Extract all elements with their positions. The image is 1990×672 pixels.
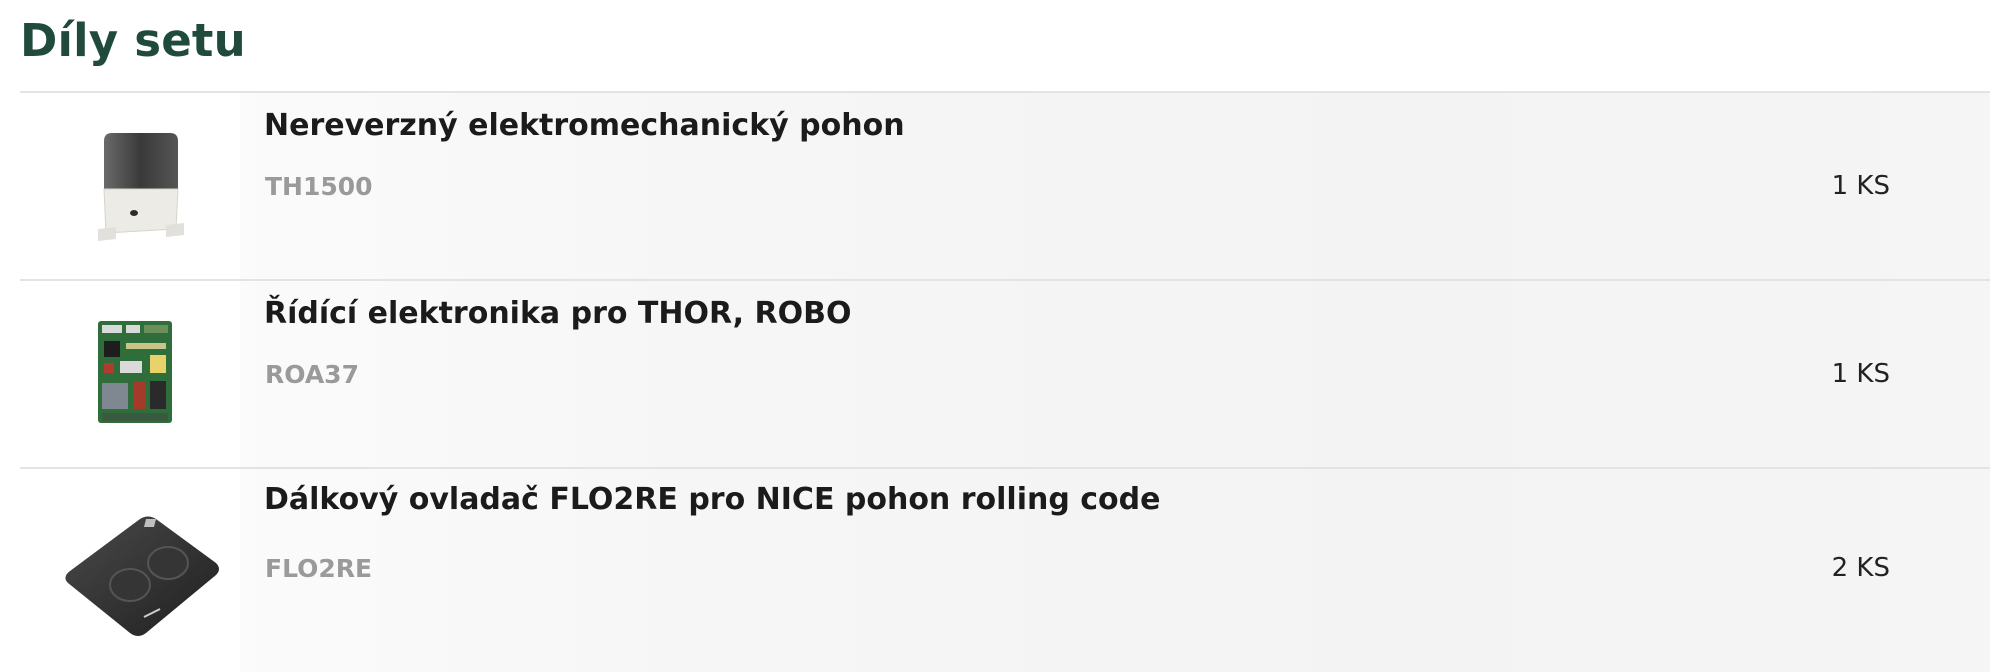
part-code: ROA37	[265, 360, 359, 389]
part-thumbnail[interactable]	[20, 281, 240, 467]
part-name[interactable]: Dálkový ovladač FLO2RE pro NICE pohon ro…	[264, 481, 1160, 519]
part-code: FLO2RE	[265, 554, 373, 583]
part-quantity: 1 KS	[1831, 171, 1890, 201]
part-name[interactable]: Řídící elektronika pro THOR, ROBO	[264, 295, 851, 333]
part-quantity: 1 KS	[1831, 359, 1890, 389]
part-name[interactable]: Nereverzný elektromechanický pohon	[264, 107, 905, 145]
list-item[interactable]: Nereverzný elektromechanický pohon TH150…	[20, 91, 1990, 279]
section-title: Díly setu	[20, 14, 246, 67]
gate-motor-image	[98, 133, 184, 241]
list-item[interactable]: Řídící elektronika pro THOR, ROBO ROA37 …	[20, 279, 1990, 467]
parts-list: Nereverzný elektromechanický pohon TH150…	[20, 91, 1990, 672]
set-parts-page: Díly setu Nereverzný elektromechanický p…	[0, 0, 1990, 672]
remote-control-image	[65, 516, 219, 636]
part-thumbnail[interactable]	[20, 469, 240, 672]
part-thumbnail[interactable]	[20, 93, 240, 279]
control-board-image	[98, 321, 172, 423]
part-code: TH1500	[265, 172, 373, 201]
list-item[interactable]: Dálkový ovladač FLO2RE pro NICE pohon ro…	[20, 467, 1990, 672]
part-quantity: 2 KS	[1831, 553, 1890, 583]
